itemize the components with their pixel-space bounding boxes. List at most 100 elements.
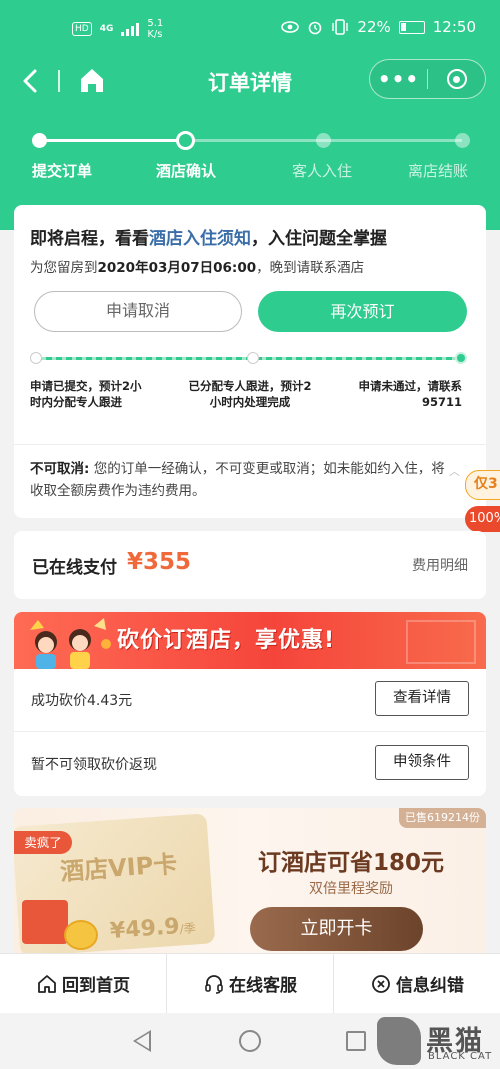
payment-card: 已在线支付 ¥355 费用明细: [14, 531, 486, 599]
hold-datetime: 2020年03月07日06:00: [97, 260, 257, 276]
progress-dot-checkin: [316, 133, 331, 148]
hd-badge: HD: [72, 22, 92, 36]
hold-text-after: ，晚到请联系酒店: [256, 260, 365, 276]
open-vip-card-button[interactable]: 立即开卡: [250, 907, 423, 951]
claim-conditions-button[interactable]: 申领条件: [375, 745, 469, 780]
hot-selling-tag: 卖疯了: [14, 831, 72, 854]
headset-icon: [205, 974, 223, 994]
chevron-up-icon[interactable]: ︿: [449, 463, 460, 479]
bargain-row-cashback: 暂不可领取砍价返现 申领条件: [14, 733, 486, 796]
info-correction-label: 信息纠错: [396, 976, 464, 996]
cancel-step-3: 申请未通过，请联系95711: [358, 379, 463, 409]
target-icon: [446, 69, 467, 89]
title-text-before: 即将启程，看看: [30, 229, 149, 249]
progress-dot-confirmed: [176, 131, 195, 150]
speed-value: 5.1: [147, 18, 164, 29]
cancel-step-dot-3: [455, 352, 467, 364]
network-type: 4G: [99, 24, 114, 34]
bargain-card: 砍价订酒店，享优惠! 成功砍价4.43元 查看详情 暂不可领取砍价返现 申领条件: [14, 612, 486, 796]
cancel-step-2: 已分配专人跟进，预计2小时内处理完成: [188, 379, 312, 409]
hold-text-before: 为您留房到: [30, 260, 98, 276]
vip-price-value: ¥49.9: [109, 914, 181, 944]
bargain-row-success: 成功砍价4.43元 查看详情: [14, 669, 486, 732]
status-bar: HD 4G 5.1 K/s 22% 12:50: [0, 0, 500, 56]
battery-percent: 22%: [357, 18, 391, 36]
bargain-success-text: 成功砍价4.43元: [31, 693, 133, 709]
clock: 12:50: [432, 18, 476, 36]
progress-dot-submitted: [32, 133, 47, 148]
home-button[interactable]: [78, 66, 106, 94]
room-hold-info: 为您留房到2020年03月07日06:00，晚到请联系酒店: [30, 256, 364, 276]
progress-track-done: [40, 139, 186, 142]
sold-count-badge: 已售619214份: [399, 808, 486, 828]
progress-label-checkout: 离店结账: [408, 162, 469, 180]
error-circle-icon: [372, 974, 390, 993]
rebook-button[interactable]: 再次预订: [258, 291, 467, 332]
eye-icon: [281, 21, 300, 33]
chevron-left-icon: [23, 69, 37, 93]
order-status-card: 即将启程，看看酒店入住须知，入住问题全掌握 为您留房到2020年03月07日06…: [14, 205, 486, 518]
more-button[interactable]: •••: [370, 59, 427, 99]
checkin-notice-link[interactable]: 酒店入住须知: [149, 229, 251, 249]
vip-price-unit: /季: [179, 921, 197, 937]
order-progress: 提交订单 酒店确认 客人入住 离店结账: [0, 130, 500, 190]
red-envelope-icon: [22, 900, 68, 944]
home-icon: [81, 69, 103, 92]
vip-subheadline: 双倍里程奖励: [309, 881, 393, 897]
mini-program-capsule: •••: [369, 59, 486, 99]
progress-dot-checkout: [455, 133, 470, 148]
card-divider: [14, 444, 486, 445]
paid-online-label: 已在线支付: [32, 558, 117, 578]
back-to-home-label: 回到首页: [62, 976, 130, 996]
progress-label-confirmed: 酒店确认: [156, 162, 217, 180]
online-service-button[interactable]: 在线客服: [167, 954, 334, 1013]
bargain-banner-text: 砍价订酒店，享优惠!: [117, 628, 336, 653]
speed-unit: K/s: [147, 29, 163, 40]
black-cat-watermark: 黑猫 BLACK CAT: [377, 1017, 495, 1067]
bottom-action-bar: 回到首页 在线客服 信息纠错: [0, 953, 500, 1013]
progress-label-submitted: 提交订单: [32, 162, 93, 180]
banner-decoration: [406, 620, 476, 664]
system-home-icon[interactable]: [239, 1030, 261, 1052]
system-recents-icon[interactable]: [346, 1031, 366, 1051]
cancel-policy: 不可取消: 您的订单一经确认，不可变更或取消；如未能如约入住，将收取全额房费作为…: [30, 458, 450, 502]
status-right: 22% 12:50: [281, 18, 476, 36]
view-details-button[interactable]: 查看详情: [375, 681, 469, 716]
back-to-home-button[interactable]: 回到首页: [0, 954, 167, 1013]
paid-amount: ¥355: [127, 549, 192, 575]
signal-icon: [121, 22, 140, 36]
info-correction-button[interactable]: 信息纠错: [334, 954, 500, 1013]
alarm-icon: [309, 21, 322, 35]
bargain-banner[interactable]: 砍价订酒店，享优惠!: [14, 612, 486, 669]
title-text-after: ，入住问题全掌握: [251, 229, 387, 249]
gold-coin-icon: [64, 920, 98, 950]
battery-icon: [398, 20, 425, 34]
nav-bar: 订单详情 •••: [0, 56, 500, 106]
cancel-step-1: 申请已提交，预计2小时内分配专人跟进: [30, 379, 142, 409]
fee-detail-link[interactable]: 费用明细: [412, 555, 468, 575]
status-left: HD 4G 5.1 K/s: [72, 18, 163, 40]
cancel-step-dot-2: [247, 352, 259, 364]
online-service-label: 在线客服: [229, 976, 297, 996]
apply-cancel-button[interactable]: 申请取消: [34, 291, 242, 332]
vip-promo-card[interactable]: 卖疯了 酒店VIP卡 ¥49.9/季 已售619214份 订酒店可省180元 双…: [14, 808, 486, 968]
vibrate-icon: [332, 19, 349, 35]
promo-tag-top: 仅3: [465, 470, 500, 500]
vip-headline: 订酒店可省180元: [257, 850, 444, 876]
cancel-step-dot-1: [30, 352, 42, 364]
cashback-status-text: 暂不可领取砍价返现: [31, 757, 157, 773]
network-speed: 5.1 K/s: [147, 18, 163, 40]
back-button[interactable]: [20, 66, 46, 96]
nav-divider: [58, 70, 60, 92]
cheering-people-illustration: [30, 618, 111, 669]
watermark-subtext: BLACK CAT: [428, 1051, 493, 1062]
promo-tag-bottom: 100%: [465, 506, 500, 532]
system-back-icon[interactable]: [133, 1030, 151, 1052]
progress-label-checkin: 客人入住: [292, 162, 353, 180]
policy-text: 您的订单一经确认，不可变更或取消；如未能如约入住，将收取全额房费作为违约费用。: [30, 461, 445, 499]
close-mini-program-button[interactable]: [428, 69, 485, 89]
floating-promo-tag[interactable]: 仅3 100%: [465, 470, 500, 534]
checkin-notice-title: 即将启程，看看酒店入住须知，入住问题全掌握: [30, 224, 387, 249]
cat-logo-icon: [377, 1017, 421, 1065]
policy-label: 不可取消:: [30, 461, 90, 477]
